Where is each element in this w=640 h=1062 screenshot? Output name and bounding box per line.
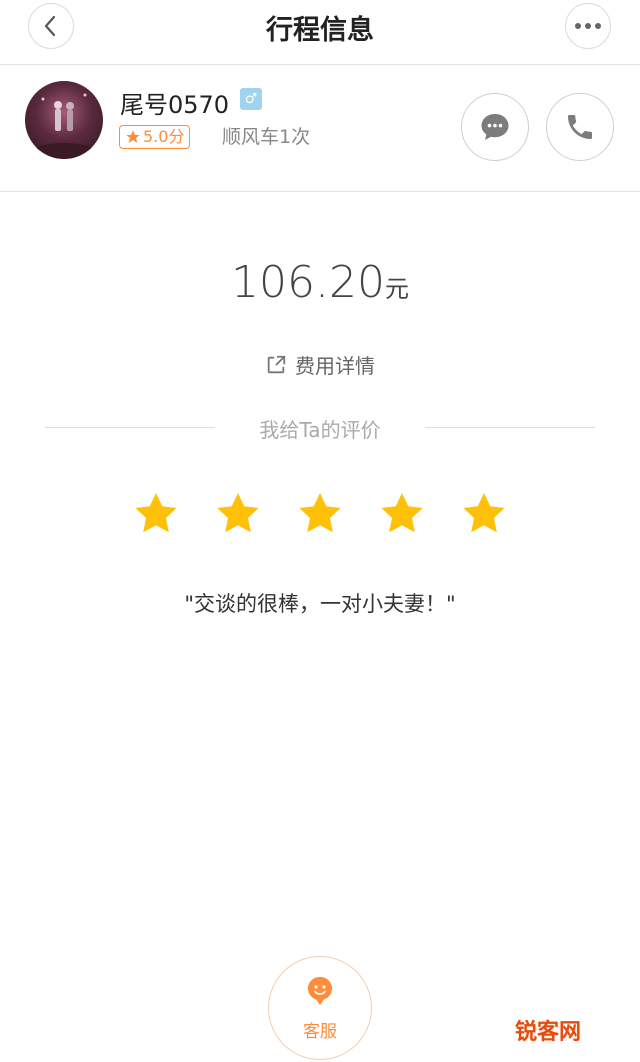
rating-badge: 5.0分: [119, 125, 191, 149]
star-icon: [381, 493, 423, 533]
customer-service-label: 客服: [303, 1021, 337, 1042]
smiley-chat-icon: [308, 976, 332, 1005]
star-icon: [463, 493, 505, 533]
divider-right: [425, 427, 595, 428]
driver-name: 尾号0570: [120, 91, 230, 119]
page-title: 行程信息: [266, 15, 374, 46]
star-icon: [135, 493, 177, 533]
rating-value: 5.0分: [143, 127, 185, 146]
ride-count: 顺风车1次: [222, 126, 311, 148]
call-button[interactable]: [546, 93, 614, 161]
review-comment: "交谈的很棒，一对小夫妻！": [184, 592, 456, 616]
external-link-icon: [267, 355, 286, 373]
more-button[interactable]: [565, 3, 611, 49]
message-button[interactable]: [461, 93, 529, 161]
top-bar: 行程信息: [0, 0, 640, 65]
star-icon: [126, 130, 140, 143]
more-dots-icon: [575, 23, 601, 29]
star-icon: [217, 493, 259, 533]
fee-details-label: 费用详情: [295, 354, 375, 378]
fee-details-link[interactable]: 费用详情: [0, 350, 640, 379]
star-icon: [299, 493, 341, 533]
fare-value: 106.20: [231, 257, 385, 308]
customer-service-button[interactable]: 客服: [268, 956, 372, 1060]
fare-unit: 元: [384, 275, 409, 303]
avatar[interactable]: [25, 81, 103, 159]
gender-male-icon: ♂: [240, 88, 262, 110]
avatar-image: [34, 93, 94, 159]
star-rating: [0, 490, 640, 538]
chat-bubble-icon: [481, 114, 509, 140]
phone-icon: [568, 115, 592, 139]
watermark: 锐客网: [515, 1020, 582, 1045]
fare-amount: 106.20元: [0, 257, 640, 308]
driver-card: 尾号0570 ♂ 5.0分 顺风车1次: [0, 65, 640, 192]
review-label: 我给Ta的评价: [259, 418, 381, 442]
